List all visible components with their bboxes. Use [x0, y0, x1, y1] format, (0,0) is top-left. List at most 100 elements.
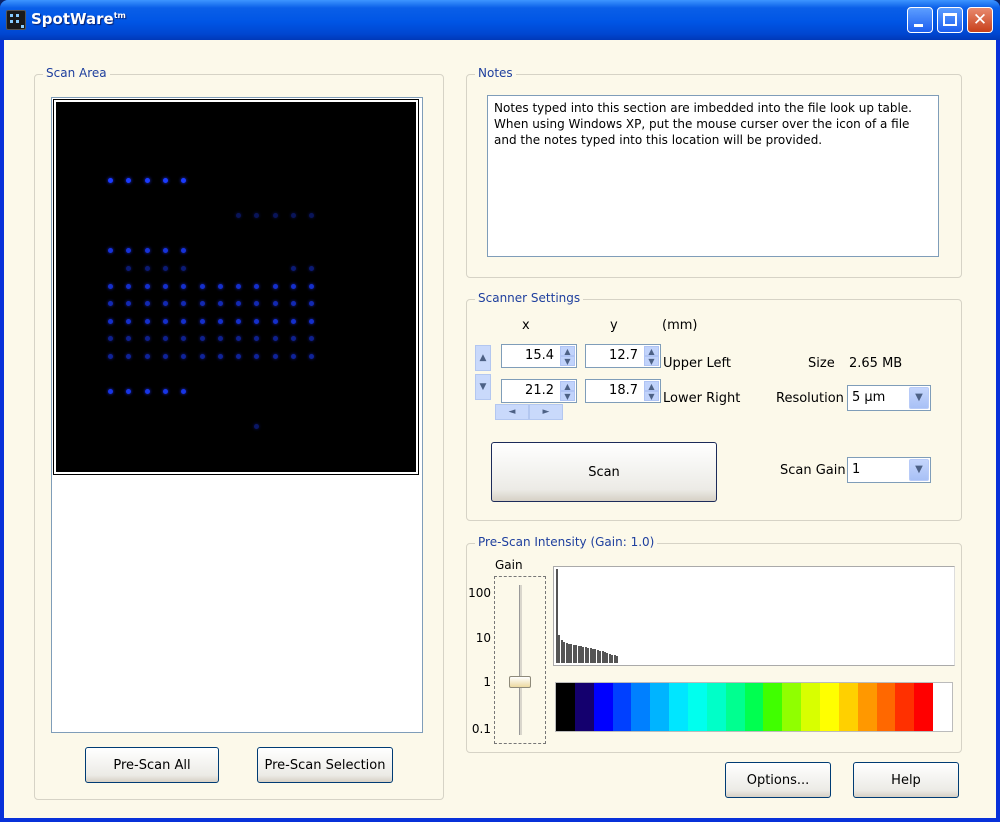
spin-up-icon[interactable]: ▲ [644, 381, 659, 391]
scan-spot [272, 336, 278, 342]
scan-spot [236, 213, 242, 219]
lower-right-label: Lower Right [663, 391, 741, 406]
scan-spot [272, 301, 278, 307]
resolution-select[interactable]: 5 µm ▼ [847, 385, 931, 411]
lower-right-x-spinner[interactable]: 21.2 ▲ ▼ [501, 379, 577, 403]
color-swatch [574, 683, 594, 731]
arrow-up-icon: ▲ [479, 353, 487, 363]
nudge-up-button[interactable]: ▲ [475, 345, 491, 371]
spin-up-icon[interactable]: ▲ [560, 381, 575, 391]
maximize-button[interactable] [937, 7, 963, 33]
scan-spot [108, 354, 113, 359]
help-button[interactable]: Help [853, 762, 959, 798]
scan-spot [144, 336, 150, 342]
scan-area-title: Scan Area [43, 66, 110, 80]
minimize-icon [914, 24, 923, 27]
scan-spot [199, 336, 205, 342]
color-swatch [556, 683, 575, 731]
upper-left-x-value: 15.4 [525, 348, 554, 363]
nudge-right-button[interactable]: ► [529, 404, 563, 420]
pre-scan-intensity-title: Pre-Scan Intensity (Gain: 1.0) [475, 535, 658, 549]
scan-spot [162, 318, 168, 324]
scan-spot [309, 213, 315, 219]
scan-spot [144, 178, 150, 183]
chevron-down-icon[interactable]: ▼ [909, 387, 929, 409]
scan-spot [217, 318, 223, 324]
scan-spot [181, 248, 187, 254]
color-swatch [763, 683, 783, 731]
color-swatch [782, 683, 802, 731]
scan-image[interactable] [53, 99, 419, 475]
spin-down-icon[interactable]: ▼ [644, 356, 659, 366]
scan-spot [162, 248, 168, 254]
x-header: x [522, 318, 530, 333]
title-bar[interactable]: SpotWaretm ✕ [0, 0, 1000, 40]
scan-spot [126, 266, 132, 271]
scan-spot [108, 248, 113, 254]
scan-spot [162, 266, 168, 271]
gain-slider-thumb[interactable] [509, 675, 531, 688]
scan-button[interactable]: Scan [491, 442, 717, 502]
scan-spot [162, 336, 168, 342]
gain-slider[interactable] [494, 576, 546, 744]
spin-down-icon[interactable]: ▼ [560, 391, 575, 401]
nudge-left-button[interactable]: ◄ [495, 404, 529, 420]
scan-spot [181, 178, 187, 183]
scan-spot [144, 301, 150, 307]
scan-spot [126, 389, 132, 395]
scan-spot [309, 318, 315, 324]
color-swatch [914, 683, 934, 731]
scan-spot [144, 266, 150, 271]
scan-spot [162, 178, 168, 183]
lower-right-y-value: 18.7 [609, 383, 638, 398]
scan-spot [199, 301, 205, 307]
minimize-button[interactable] [907, 7, 933, 33]
color-swatch [876, 683, 896, 731]
resolution-label: Resolution [776, 391, 844, 406]
scan-spot [126, 248, 132, 254]
scan-preview-panel[interactable] [51, 97, 423, 733]
scan-spot [108, 178, 113, 183]
scan-spot [272, 213, 278, 219]
pre-scan-selection-button[interactable]: Pre-Scan Selection [257, 747, 393, 783]
scan-spot [272, 318, 278, 324]
spin-down-icon[interactable]: ▼ [644, 391, 659, 401]
scan-spot [181, 336, 187, 342]
color-swatch [933, 683, 953, 731]
scan-spot [291, 354, 296, 359]
scan-spot [162, 301, 168, 307]
color-swatch [631, 683, 651, 731]
upper-left-label: Upper Left [663, 356, 731, 371]
spin-down-icon[interactable]: ▼ [560, 356, 575, 366]
scan-spot [144, 283, 150, 289]
pre-scan-intensity-group: Pre-Scan Intensity (Gain: 1.0) Gain 100 … [466, 535, 962, 753]
scan-spot [217, 354, 223, 359]
spin-up-icon[interactable]: ▲ [560, 346, 575, 356]
window-title-text: SpotWare [31, 10, 114, 28]
scan-spot [181, 301, 187, 307]
spin-up-icon[interactable]: ▲ [644, 346, 659, 356]
close-button[interactable]: ✕ [967, 7, 993, 33]
upper-left-x-spinner[interactable]: 15.4 ▲ ▼ [501, 344, 577, 368]
scan-spot [108, 318, 113, 324]
scan-spot [199, 283, 205, 289]
pre-scan-all-button[interactable]: Pre-Scan All [85, 747, 219, 783]
y-header: y [610, 318, 618, 333]
nudge-down-button[interactable]: ▼ [475, 374, 491, 400]
scan-spot [254, 301, 260, 307]
scan-spot [309, 336, 315, 342]
scan-gain-select[interactable]: 1 ▼ [847, 457, 931, 483]
scan-spot [291, 336, 296, 342]
scan-spot [126, 283, 132, 289]
app-icon[interactable] [6, 10, 26, 30]
notes-textarea[interactable]: Notes typed into this section are imbedd… [487, 95, 939, 257]
gain-slider-track[interactable] [519, 585, 522, 735]
size-value: 2.65 MB [849, 356, 903, 371]
lower-right-y-spinner[interactable]: 18.7 ▲ ▼ [585, 379, 661, 403]
chevron-down-icon[interactable]: ▼ [909, 459, 929, 481]
scan-spot [236, 318, 242, 324]
gain-tick-0-1: 0.1 [471, 722, 491, 736]
scan-gain-label: Scan Gain [780, 463, 846, 478]
options-button[interactable]: Options... [725, 762, 831, 798]
upper-left-y-spinner[interactable]: 12.7 ▲ ▼ [585, 344, 661, 368]
